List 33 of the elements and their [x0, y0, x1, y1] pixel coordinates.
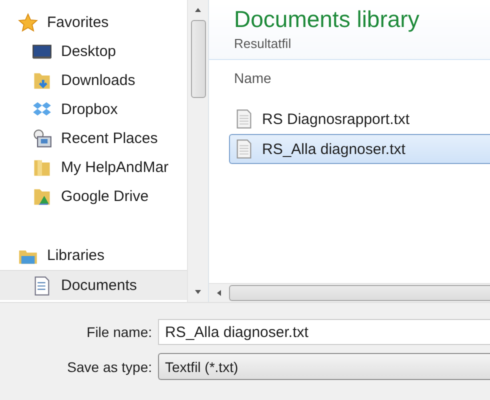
scroll-thumb[interactable]	[190, 20, 206, 98]
file-name-field[interactable]: RS_Alla diagnoser.txt	[158, 319, 490, 345]
library-subtitle: Resultatfil	[234, 36, 292, 51]
document-icon	[32, 276, 52, 296]
folder-download-icon	[32, 70, 52, 90]
scroll-up-icon[interactable]	[193, 6, 203, 14]
star-icon	[18, 12, 38, 32]
text-file-icon	[234, 109, 254, 129]
column-header[interactable]: Name	[234, 70, 272, 86]
nav-item[interactable]: Libraries	[0, 241, 187, 270]
file-item[interactable]: RS_Alla diagnoser.txt	[229, 134, 490, 164]
folder-icon	[32, 158, 52, 178]
nav-item[interactable]: Google Drive	[0, 182, 187, 211]
horizontal-scrollbar[interactable]	[209, 283, 490, 302]
file-item[interactable]: RS Diagnosrapport.txt	[229, 104, 490, 134]
scroll-down-icon[interactable]	[193, 288, 203, 296]
scroll-thumb[interactable]	[229, 285, 490, 301]
save-as-type-label: Save as type:	[66, 358, 152, 374]
nav-item[interactable]: Dropbox	[0, 95, 187, 124]
file-name-label: File name:	[86, 324, 152, 340]
vertical-scrollbar[interactable]	[187, 0, 208, 302]
library-title: Documents library	[234, 5, 420, 34]
nav-item[interactable]: Recent Places	[0, 124, 187, 153]
nav-item[interactable]: My HelpAndMar	[0, 153, 187, 182]
scroll-left-icon[interactable]	[215, 288, 223, 298]
nav-item[interactable]: Favorites	[0, 8, 187, 37]
nav-item[interactable]: Downloads	[0, 66, 187, 95]
folder-drive-icon	[32, 186, 52, 206]
nav-item[interactable]: Documents	[0, 270, 187, 300]
nav-item[interactable]: Desktop	[0, 37, 187, 66]
recent-places-icon	[32, 128, 52, 148]
save-as-type-dropdown[interactable]: Textfil (*.txt)	[158, 353, 490, 380]
text-file-icon	[234, 139, 254, 159]
